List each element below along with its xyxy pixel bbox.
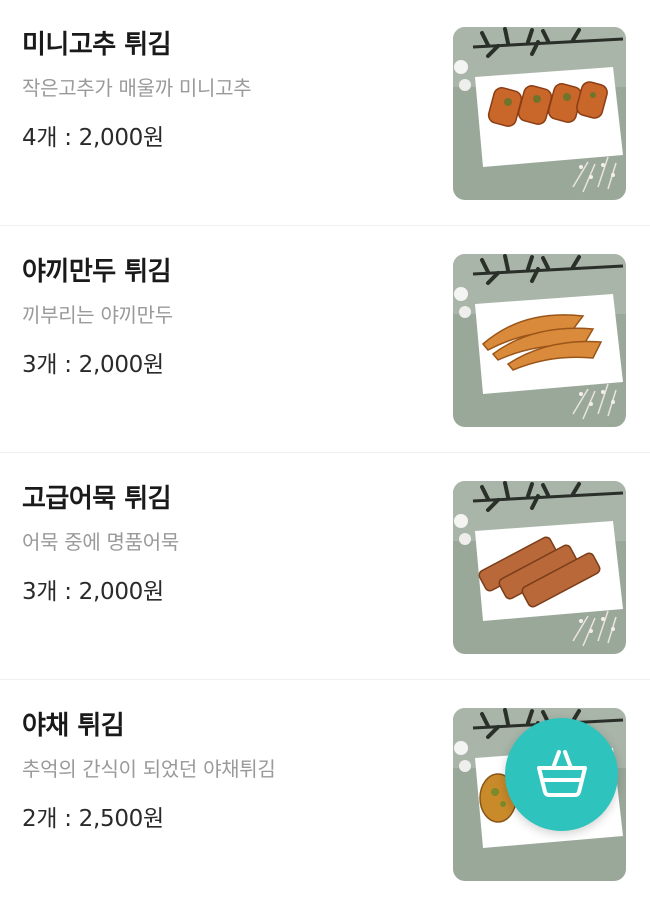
menu-item-fishcake[interactable]: 고급어묵 튀김 어묵 중에 명품어묵 3개 : 2,000원 — [0, 454, 650, 680]
item-name: 고급어묵 튀김 — [22, 484, 172, 514]
cart-button[interactable] — [505, 718, 618, 831]
item-description: 끼부리는 야끼만두 — [22, 303, 173, 327]
item-description: 작은고추가 매울까 미니고추 — [22, 76, 252, 100]
menu-item-mini-chili[interactable]: 미니고추 튀김 작은고추가 매울까 미니고추 4개 : 2,000원 — [0, 0, 650, 226]
item-price: 4개 : 2,000원 — [22, 125, 164, 151]
item-photo[interactable] — [453, 27, 626, 200]
item-description: 추억의 간식이 되었던 야채튀김 — [22, 757, 276, 781]
menu-item-yakimandu[interactable]: 야끼만두 튀김 끼부리는 야끼만두 3개 : 2,000원 — [0, 227, 650, 453]
item-name: 야끼만두 튀김 — [22, 257, 172, 287]
item-name: 미니고추 튀김 — [22, 30, 172, 60]
shopping-basket-icon — [535, 748, 589, 802]
item-description: 어묵 중에 명품어묵 — [22, 530, 179, 554]
item-price: 3개 : 2,000원 — [22, 579, 164, 605]
item-name: 야채 튀김 — [22, 711, 125, 741]
item-photo[interactable] — [453, 481, 626, 654]
item-photo[interactable] — [453, 254, 626, 427]
item-price: 2개 : 2,500원 — [22, 806, 164, 832]
item-price: 3개 : 2,000원 — [22, 352, 164, 378]
